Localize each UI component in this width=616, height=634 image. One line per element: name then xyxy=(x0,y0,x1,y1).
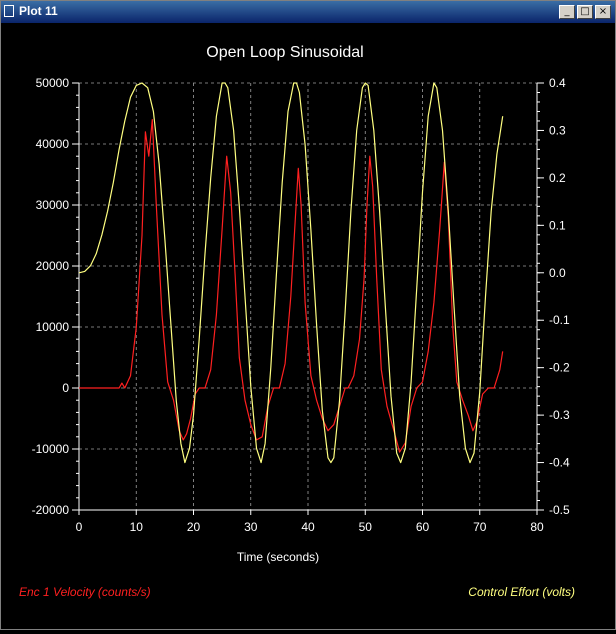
chart-svg: Open Loop Sinusoidal -20000 -10000 0 10000 2… xyxy=(32,44,570,564)
right-tick-label: 0.0 xyxy=(549,266,566,280)
right-tick-label: -0.5 xyxy=(549,503,570,517)
right-tick-label: 0.1 xyxy=(549,218,566,232)
x-tick-label: 70 xyxy=(473,520,487,534)
maximize-button[interactable]: □ xyxy=(577,5,593,19)
right-tick-label: -0.1 xyxy=(549,313,570,327)
x-tick-label: 40 xyxy=(301,520,315,534)
right-tick-label: -0.2 xyxy=(549,361,570,375)
title-bar[interactable]: Plot 11 _ □ × xyxy=(1,1,615,23)
x-axis-label: Time (seconds) xyxy=(237,550,319,564)
left-tick-label: 20000 xyxy=(36,259,70,273)
right-tick-label: -0.4 xyxy=(549,456,570,470)
minimize-button[interactable]: _ xyxy=(559,5,575,19)
chart-title: Open Loop Sinusoidal xyxy=(206,44,363,61)
axes: -20000 -10000 0 10000 20000 30000 40000 50000 -0… xyxy=(32,76,570,534)
velocity-series-line xyxy=(79,118,504,453)
right-tick-label: 0.4 xyxy=(549,76,566,90)
x-tick-label: 10 xyxy=(130,520,144,534)
legend-control-effort: Control Effort (volts) xyxy=(468,585,575,599)
left-tick-label: 50000 xyxy=(36,76,70,90)
left-tick-label: 40000 xyxy=(36,137,70,151)
x-tick-label: 30 xyxy=(244,520,258,534)
left-tick-label: -10000 xyxy=(32,442,70,456)
legend-velocity: Enc 1 Velocity (counts/s) xyxy=(19,585,151,599)
x-tick-label: 60 xyxy=(416,520,430,534)
x-tick-label: 50 xyxy=(359,520,373,534)
left-tick-label: -20000 xyxy=(32,503,70,517)
x-tick-label: 80 xyxy=(530,520,544,534)
x-tick-label: 20 xyxy=(187,520,201,534)
right-tick-label: 0.3 xyxy=(549,123,566,137)
window-icon[interactable] xyxy=(4,5,14,17)
left-tick-label: 10000 xyxy=(36,320,70,334)
series-layer xyxy=(78,82,504,464)
close-button[interactable]: × xyxy=(595,5,611,19)
plot-window: Plot 11 _ □ × Open Loop Sinusoidal -2000… xyxy=(0,0,616,630)
window-title: Plot 11 xyxy=(19,4,58,18)
control-effort-series-line xyxy=(78,82,504,464)
right-tick-label: -0.3 xyxy=(549,408,570,422)
left-tick-label: 30000 xyxy=(36,198,70,212)
plot-area: Open Loop Sinusoidal -20000 -10000 0 10000 2… xyxy=(1,23,615,629)
left-tick-label: 0 xyxy=(62,381,69,395)
x-tick-label: 0 xyxy=(76,520,83,534)
right-tick-label: 0.2 xyxy=(549,171,566,185)
